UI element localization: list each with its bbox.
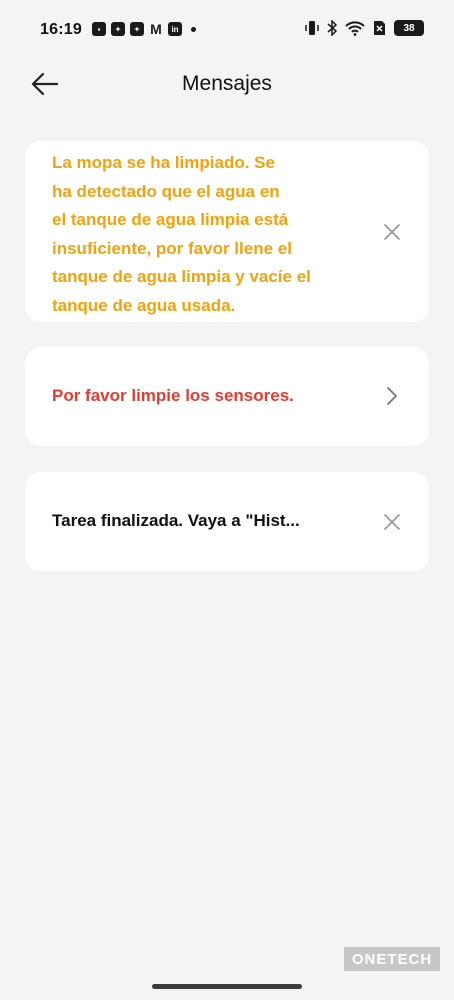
app-notification-icon: ▪ [92,22,106,36]
no-sim-icon [374,21,385,35]
watermark-logo: ONETECH [344,947,440,971]
page-title: Mensajes [182,72,272,95]
message-text: Por favor limpie los sensores. [52,386,294,405]
app-notification-icon: ✦ [111,22,125,36]
message-card[interactable]: Tarea finalizada. Vaya a "Hist... [25,472,429,571]
vibrate-icon [305,21,319,35]
notification-icons: ▪ ✦ ✦ M in [92,21,196,37]
more-notifications-dot-icon [191,26,196,32]
gmail-icon: M [150,21,162,37]
app-header: Mensajes [0,62,454,106]
linkedin-icon: in [168,22,182,36]
bluetooth-icon [327,20,337,36]
status-time: 16:19 [40,21,82,38]
message-text: Tarea finalizada. Vaya a "Hist... [52,511,300,530]
close-icon[interactable] [381,221,403,243]
home-indicator[interactable] [152,984,302,989]
system-icons: 38 [305,20,424,36]
message-card[interactable]: Por favor limpie los sensores. [25,347,429,446]
message-card[interactable]: La mopa se ha limpiado. Se ha detectado … [25,141,429,322]
wifi-icon [345,21,365,36]
message-text: La mopa se ha limpiado. Se ha detectado … [52,153,311,315]
chevron-right-icon[interactable] [381,385,403,407]
battery-icon: 38 [394,20,424,36]
app-notification-icon: ✦ [130,22,144,36]
close-icon[interactable] [381,511,403,533]
status-bar: 16:19 ▪ ✦ ✦ M in 38 [0,0,454,58]
